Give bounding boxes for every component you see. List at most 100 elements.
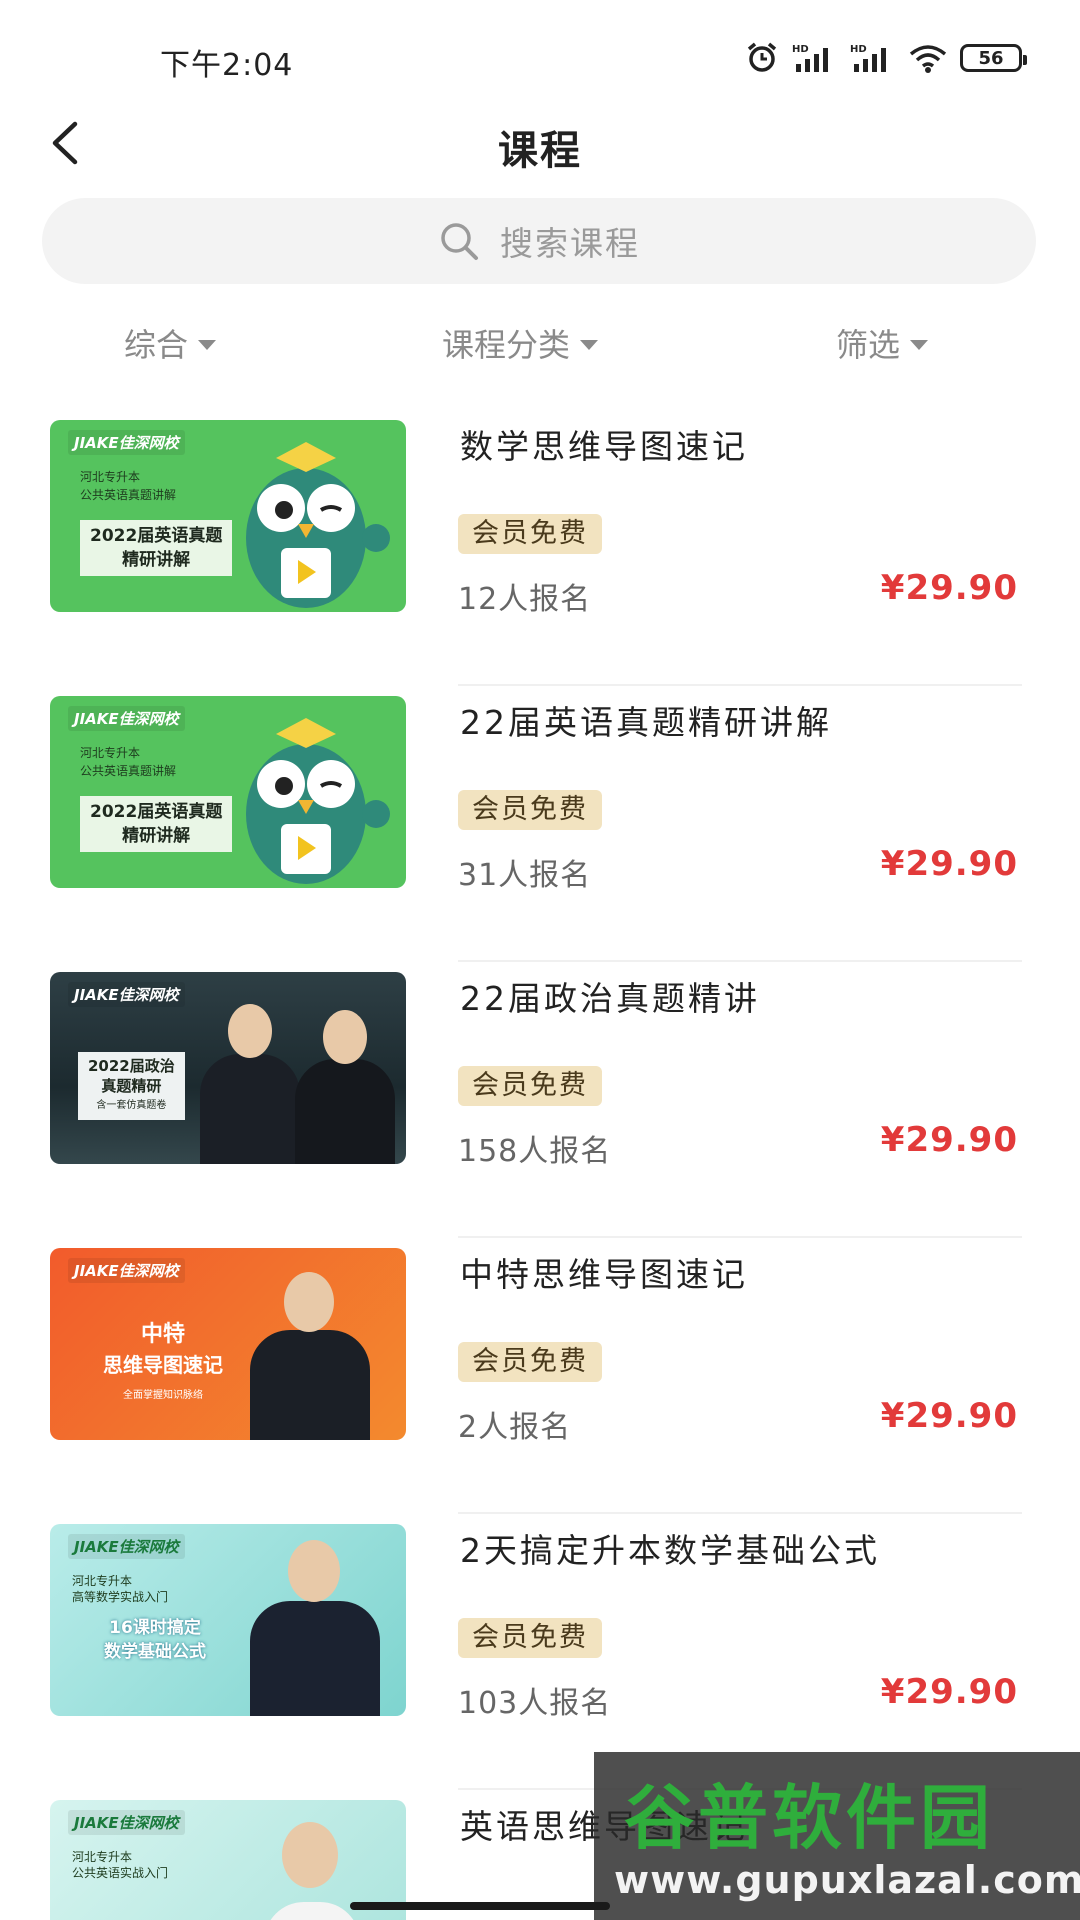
filter-label: 筛选 (836, 326, 901, 364)
thumb-headline: 中特 思维导图速记 全面掌握知识脉络 (68, 1320, 258, 1401)
course-item[interactable]: JIAKE佳深网校 河北专升本 公共英语真题讲解 2022届英语真题 精研讲解 … (0, 686, 1080, 962)
course-thumbnail: JIAKE佳深网校 河北专升本 公共英语真题讲解 2022届英语真题 精研讲解 (50, 696, 406, 888)
caret-down-icon (910, 340, 929, 350)
thumb-text: 中特 (140, 1322, 185, 1347)
svg-text:HD: HD (850, 44, 867, 55)
search-icon (441, 223, 478, 260)
thumb-headline: 16课时搞定 数学基础公式 (70, 1616, 240, 1664)
teacher-photo (250, 1601, 380, 1716)
teacher-photo (323, 1010, 367, 1064)
watermark: 谷普软件园 www.gupuxlazal.com (594, 1752, 1080, 1920)
thumb-text: 2022届英语真题 (90, 802, 223, 822)
filter-comprehensive[interactable]: 综合 (124, 320, 217, 366)
enroll-count: 2人报名 (458, 1410, 572, 1445)
home-indicator[interactable] (350, 1902, 610, 1910)
thumb-text: 公共英语真题讲解 (80, 764, 177, 778)
status-bar: 下午2:04 HD HD 56 (0, 0, 1080, 110)
thumb-text: 精研讲解 (122, 826, 191, 846)
filter-label: 课程分类 (442, 326, 571, 364)
brand-logo: JIAKE佳深网校 (68, 982, 185, 1007)
thumb-text: 河北专升本 (72, 1850, 133, 1864)
watermark-url: www.gupuxlazal.com (614, 1858, 1080, 1902)
filter-label: 综合 (124, 326, 189, 364)
course-price: ¥29.90 (880, 1672, 1018, 1712)
course-thumbnail: JIAKE佳深网校 2022届政治 真题精研 含一套仿真题卷 (50, 972, 406, 1164)
battery-level: 56 (978, 47, 1004, 69)
course-price: ¥29.90 (880, 1120, 1018, 1160)
teacher-photo (284, 1272, 334, 1332)
watermark-title: 谷普软件园 (624, 1777, 994, 1859)
thumb-text: 河北专升本 (72, 1574, 133, 1588)
thumb-text: 高等数学实战入门 (72, 1590, 169, 1604)
course-item[interactable]: JIAKE佳深网校 河北专升本 公共英语真题讲解 2022届英语真题 精研讲解 … (0, 410, 1080, 686)
brand-logo: JIAKE佳深网校 (68, 430, 185, 455)
header: 课程 (0, 100, 1080, 190)
thumb-text: 公共英语真题讲解 (80, 488, 177, 502)
owl-mascot-icon (246, 442, 390, 608)
thumb-text: 全面掌握知识脉络 (123, 1390, 203, 1401)
teacher-photo (250, 1330, 370, 1440)
teacher-photo (200, 1054, 300, 1164)
alarm-icon (747, 42, 777, 72)
course-thumbnail: JIAKE佳深网校 河北专升本 公共英语真题讲解 2022届英语真题 精研讲解 (50, 420, 406, 612)
brand-logo: JIAKE佳深网校 (68, 1258, 185, 1283)
thumb-box: 2022届政治 真题精研 含一套仿真题卷 (78, 1052, 185, 1120)
thumb-text: 思维导图速记 (103, 1353, 223, 1377)
caret-down-icon (198, 340, 217, 350)
course-item[interactable]: JIAKE佳深网校 2022届政治 真题精研 含一套仿真题卷 22届政治真题精讲… (0, 962, 1080, 1238)
thumb-box: 2022届英语真题 精研讲解 (80, 520, 233, 576)
thumb-text: 河北专升本 (80, 470, 141, 484)
svg-text:HD: HD (792, 44, 809, 55)
filter-course-category[interactable]: 课程分类 (442, 320, 599, 366)
course-title: 22届英语真题精研讲解 (460, 703, 832, 742)
course-price: ¥29.90 (880, 1396, 1018, 1436)
enroll-count: 31人报名 (458, 858, 592, 893)
member-free-badge: 会员免费 (458, 1618, 602, 1658)
course-title: 中特思维导图速记 (460, 1255, 748, 1294)
teacher-photo (288, 1540, 340, 1602)
thumb-text: 含一套仿真题卷 (96, 1100, 167, 1111)
search-placeholder: 搜索课程 (500, 224, 640, 263)
course-thumbnail: JIAKE佳深网校 河北专升本 高等数学实战入门 16课时搞定 数学基础公式 (50, 1524, 406, 1716)
thumb-text: 真题精研 (101, 1077, 162, 1095)
member-free-badge: 会员免费 (458, 1066, 602, 1106)
signal-hd-icon-2: HD (850, 44, 886, 72)
course-price: ¥29.90 (880, 844, 1018, 884)
thumb-text: 16课时搞定 (109, 1618, 201, 1638)
enroll-count: 12人报名 (458, 582, 592, 617)
course-title: 数学思维导图速记 (460, 427, 748, 466)
brand-logo: JIAKE佳深网校 (68, 1534, 185, 1559)
course-item[interactable]: JIAKE佳深网校 中特 思维导图速记 全面掌握知识脉络 中特思维导图速记 会员… (0, 1238, 1080, 1514)
member-free-badge: 会员免费 (458, 790, 602, 830)
course-title: 2天搞定升本数学基础公式 (460, 1531, 880, 1570)
course-item[interactable]: JIAKE佳深网校 河北专升本 高等数学实战入门 16课时搞定 数学基础公式 2… (0, 1514, 1080, 1790)
wifi-icon (909, 45, 947, 73)
thumb-text: 精研讲解 (122, 550, 191, 570)
enroll-count: 158人报名 (458, 1134, 612, 1169)
filter-screen[interactable]: 筛选 (836, 320, 929, 366)
teacher-photo (295, 1059, 395, 1164)
search-input[interactable]: 搜索课程 (42, 198, 1036, 284)
status-icons: HD HD 56 (744, 40, 1027, 76)
thumb-text: 2022届政治 (88, 1057, 175, 1075)
thumb-text: 数学基础公式 (104, 1642, 206, 1662)
enroll-count: 103人报名 (458, 1686, 612, 1721)
teacher-photo (282, 1822, 338, 1888)
thumb-text: 2022届英语真题 (90, 526, 223, 546)
teacher-photo (264, 1902, 360, 1920)
course-price: ¥29.90 (880, 568, 1018, 608)
thumb-text: 河北专升本 (80, 746, 141, 760)
member-free-badge: 会员免费 (458, 514, 602, 554)
status-time: 下午2:04 (160, 48, 294, 83)
brand-logo: JIAKE佳深网校 (68, 706, 185, 731)
battery-icon: 56 (960, 44, 1027, 72)
teacher-photo (228, 1004, 272, 1058)
member-free-badge: 会员免费 (458, 1342, 602, 1382)
owl-mascot-icon (246, 718, 390, 884)
caret-down-icon (580, 340, 599, 350)
thumb-text: 公共英语实战入门 (72, 1866, 169, 1880)
page-title: 课程 (498, 128, 582, 174)
signal-hd-icon: HD (792, 44, 828, 72)
filter-bar: 综合 课程分类 筛选 (0, 310, 1080, 370)
course-thumbnail: JIAKE佳深网校 中特 思维导图速记 全面掌握知识脉络 (50, 1248, 406, 1440)
